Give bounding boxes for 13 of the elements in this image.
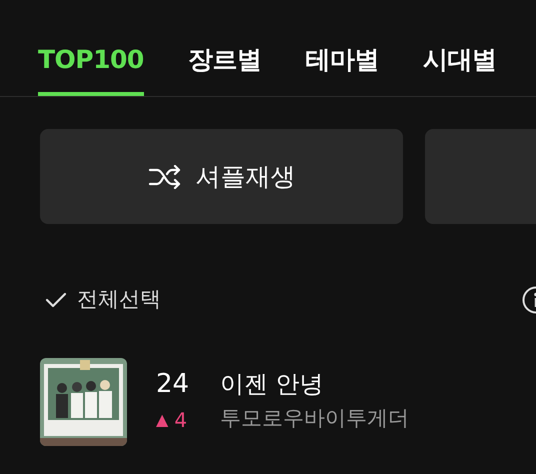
tab[interactable]: 시대별 <box>422 40 496 96</box>
song-title: 이젠 안녕 <box>220 370 325 399</box>
tab[interactable]: 장르별 <box>188 40 262 96</box>
shuffle-icon <box>148 164 182 188</box>
check-icon <box>45 291 67 309</box>
tab[interactable]: 테마별 <box>305 40 379 96</box>
rank-change: 4 <box>174 406 188 434</box>
artist-name: 투모로우바이투게더 <box>220 404 409 432</box>
tab[interactable]: TOP100 <box>38 40 144 96</box>
rank-change-marker: ▲ <box>156 408 168 431</box>
select-all-checkbox[interactable]: 전체선택 <box>45 284 161 316</box>
rank-number: 24 <box>156 369 190 401</box>
shuffle-button[interactable]: 셔플재생 <box>40 129 403 224</box>
